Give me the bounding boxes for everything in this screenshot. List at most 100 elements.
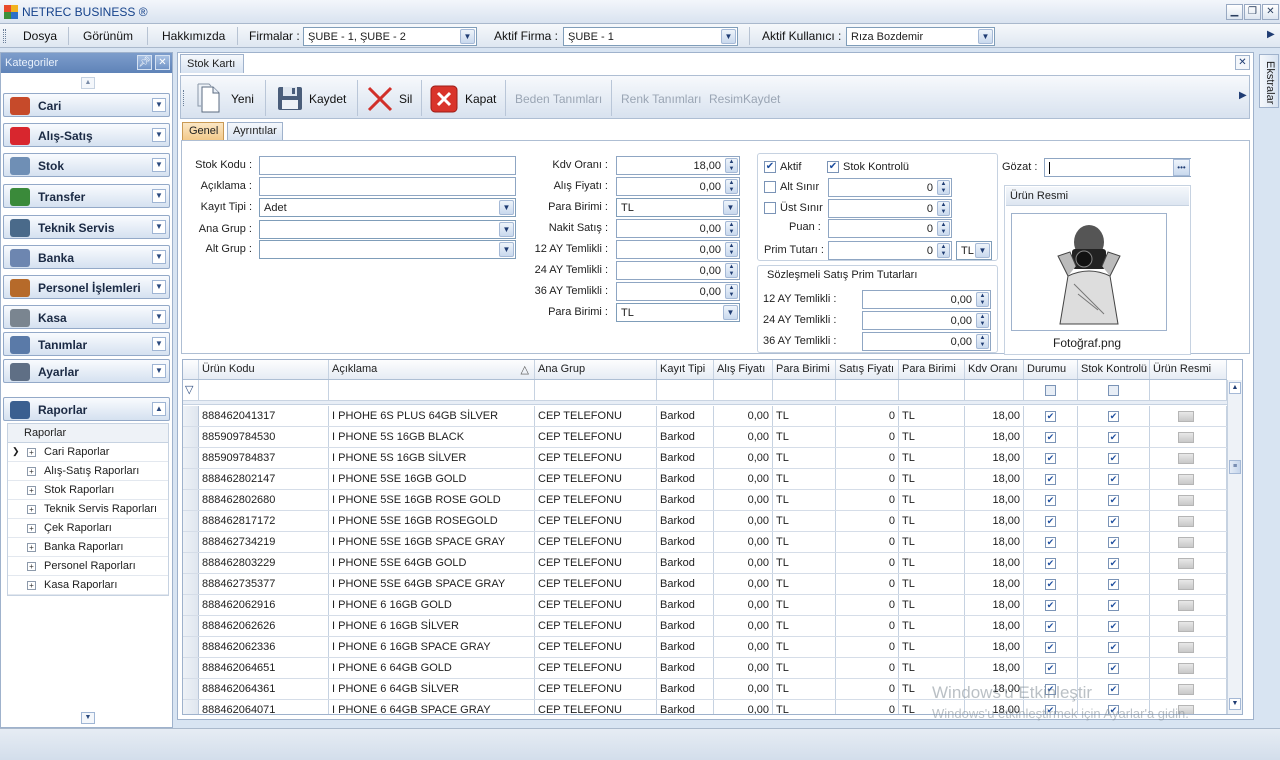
yeni-button[interactable]: Yeni [195,82,257,114]
s24-input[interactable]: 0,00 ▲ ▼ [862,311,991,330]
spin-icon[interactable]: ▲ ▼ [937,221,950,236]
sidebar-group-1[interactable]: Cari ▼ [3,93,170,117]
durumu-checkbox[interactable]: ✔ [1045,579,1056,590]
grid-column-header[interactable]: Stok Kontrolü [1078,360,1150,379]
stok-kontrolu-checkbox[interactable]: ✔ [1108,432,1119,443]
toolbar-grip[interactable] [183,90,186,106]
report-tree-item[interactable]: + Kasa Raporları [8,576,168,595]
puan-input[interactable]: 0 ▲ ▼ [828,219,952,238]
aktif-firma-combo[interactable]: ŞUBE - 1 ▼ [563,27,738,46]
table-row[interactable]: 885909784530 I PHONE 5S 16GB BLACK CEP TEL… [183,427,1227,448]
image-placeholder-icon[interactable] [1178,453,1194,464]
ust-sinir-checkbox[interactable] [764,202,776,214]
grid-filter-cell[interactable] [899,380,965,400]
gozat-input[interactable] [1044,158,1191,177]
scroll-up-icon[interactable]: ▲ [81,77,95,89]
spin-icon[interactable]: ▲ ▼ [725,242,738,257]
sidebar-group-2[interactable]: Alış-Satış ▼ [3,123,170,147]
spin-icon[interactable]: ▲ ▼ [937,201,950,216]
nakit-satis-input[interactable]: 0,00 ▲ ▼ [616,219,740,238]
durumu-checkbox[interactable]: ✔ [1045,537,1056,548]
alt-sinir-input[interactable]: 0 ▲ ▼ [828,178,952,197]
durumu-checkbox[interactable]: ✔ [1045,558,1056,569]
sidebar-group-11[interactable]: Raporlar ▲ [3,397,170,421]
grid-filter-cell[interactable] [1150,380,1227,400]
chevron-down-icon[interactable]: ▼ [721,29,736,44]
table-row[interactable]: 888462734219 I PHONE 5SE 16GB SPACE GRAY C… [183,532,1227,553]
image-placeholder-icon[interactable] [1178,621,1194,632]
grid-column-header[interactable]: Ürün Kodu [199,360,329,379]
expand-plus-icon[interactable]: + [27,486,36,495]
sort-ascending-icon[interactable]: △ [521,363,529,376]
menu-overflow-icon[interactable]: ▶ [1267,29,1275,40]
report-tree-item[interactable]: + Teknik Servis Raporları [8,500,168,519]
maximize-button[interactable]: ❐ [1244,4,1261,20]
grid-column-header[interactable]: Açıklama △ [329,360,535,379]
spin-icon[interactable]: ▲ ▼ [937,243,950,258]
expand-plus-icon[interactable]: + [27,448,36,457]
durumu-checkbox[interactable]: ✔ [1045,474,1056,485]
stok-kontrolu-checkbox[interactable]: ✔ [1108,642,1119,653]
expand-plus-icon[interactable]: + [27,581,36,590]
grid-column-header[interactable]: Ana Grup [535,360,657,379]
row-selector[interactable] [183,595,199,615]
grid-column-header[interactable]: Satış Fiyatı [836,360,899,379]
image-placeholder-icon[interactable] [1178,600,1194,611]
row-selector[interactable] [183,679,199,699]
report-tree-item[interactable]: + Çek Raporları [8,519,168,538]
expand-plus-icon[interactable]: + [27,562,36,571]
close-button[interactable]: ✕ [1262,4,1279,20]
grid-filter-cell[interactable] [657,380,714,400]
grid-filter-cell[interactable] [329,380,535,400]
row-selector[interactable] [183,427,199,447]
sidebar-group-9[interactable]: Tanımlar ▼ [3,332,170,356]
grid-column-header[interactable]: Alış Fiyatı [714,360,773,379]
ay12-input[interactable]: 0,00 ▲ ▼ [616,240,740,259]
spin-icon[interactable]: ▲ ▼ [725,263,738,278]
stok-kontrolu-checkbox[interactable]: ✔ [1108,579,1119,590]
aktif-kullanici-combo[interactable]: Rıza Bozdemir ▼ [846,27,995,46]
grid-filter-cell[interactable] [1024,380,1078,400]
close-tab-icon[interactable]: ✕ [1235,55,1250,70]
image-placeholder-icon[interactable] [1178,558,1194,569]
image-placeholder-icon[interactable] [1178,516,1194,527]
filter-checkbox-icon[interactable] [1108,385,1119,396]
tab-genel[interactable]: Genel [182,122,224,140]
image-placeholder-icon[interactable] [1178,663,1194,674]
spin-icon[interactable]: ▲ ▼ [976,313,989,328]
row-selector[interactable] [183,532,199,552]
stok-kontrolu-checkbox[interactable]: ✔ [1108,537,1119,548]
chevron-down-icon[interactable]: ▼ [152,310,166,324]
durumu-checkbox[interactable]: ✔ [1045,621,1056,632]
alis-fiyati-input[interactable]: 0,00 ▲ ▼ [616,177,740,196]
filter-icon[interactable]: ▽ [183,380,199,400]
chevron-down-icon[interactable]: ▼ [152,280,166,294]
row-selector[interactable] [183,574,199,594]
grid-filter-cell[interactable] [199,380,329,400]
expand-plus-icon[interactable]: + [27,524,36,533]
stok-kontrolu-checkbox[interactable]: ✔ [1108,600,1119,611]
chevron-down-icon[interactable]: ▼ [460,29,475,44]
firmalar-combo[interactable]: ŞUBE - 1, ŞUBE - 2 ▼ [303,27,477,46]
toolbar-overflow-icon[interactable]: ▶ [1239,90,1247,101]
ust-sinir-input[interactable]: 0 ▲ ▼ [828,199,952,218]
grid-column-header[interactable]: Kayıt Tipi [657,360,714,379]
ekstralar-tab[interactable]: Ekstralar [1259,54,1279,108]
chevron-down-icon[interactable]: ▼ [723,305,738,320]
report-tree-item[interactable]: ❯ + Cari Raporlar [8,443,168,462]
scroll-up-icon[interactable]: ▲ [1229,382,1241,394]
durumu-checkbox[interactable]: ✔ [1045,495,1056,506]
grid-column-header[interactable]: Kdv Oranı [965,360,1024,379]
stok-kontrolu-checkbox[interactable]: ✔ [1108,684,1119,695]
kapat-button[interactable]: Kapat [429,82,499,114]
grid-filter-cell[interactable] [1078,380,1150,400]
table-row[interactable]: 885909784837 I PHONE 5S 16GB SİLVER CEP TE… [183,448,1227,469]
grid-column-header[interactable]: Para Birimi [773,360,836,379]
expand-plus-icon[interactable]: + [27,505,36,514]
row-selector[interactable] [183,658,199,678]
row-selector[interactable] [183,553,199,573]
scroll-down-icon[interactable]: ▼ [81,712,95,724]
durumu-checkbox[interactable]: ✔ [1045,642,1056,653]
ay36-input[interactable]: 0,00 ▲ ▼ [616,282,740,301]
chevron-down-icon[interactable]: ▼ [723,200,738,215]
